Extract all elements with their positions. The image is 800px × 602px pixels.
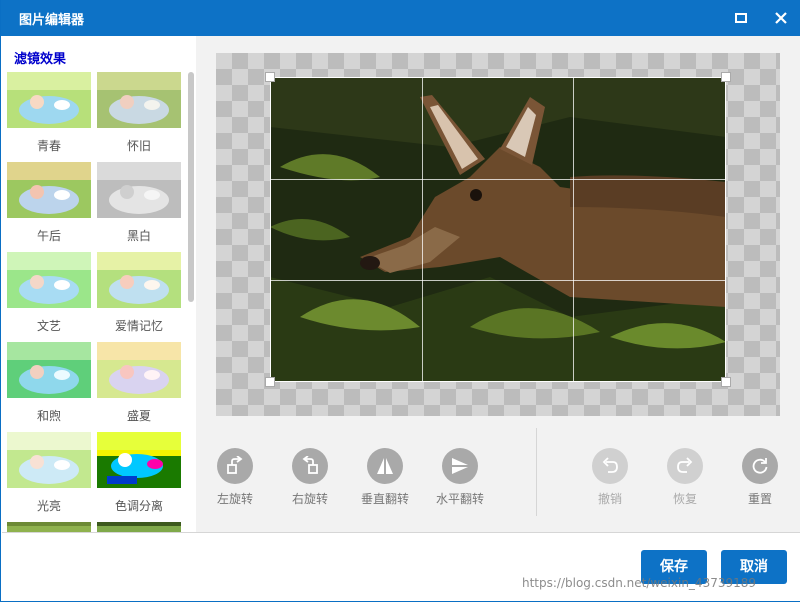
title-bar: 图片编辑器 xyxy=(1,0,800,36)
filter-more-2[interactable] xyxy=(97,522,183,532)
filter-thumbnail xyxy=(97,432,181,488)
filter-huaijiu[interactable]: 怀旧 xyxy=(97,72,183,158)
rotate-right-icon xyxy=(292,448,328,484)
rotate-left-button[interactable]: 左旋转 xyxy=(200,448,270,507)
reset-button[interactable]: 重置 xyxy=(725,448,795,507)
image-editor-window: 图片编辑器 滤镜效果 青春 怀旧 午后 黑白 文艺 爱情记忆 和煦 盛夏 光亮 … xyxy=(0,0,800,602)
filter-more-1[interactable] xyxy=(7,522,93,532)
dialog-footer: 保存 取消 https://blog.csdn.net/weixin_43739… xyxy=(2,532,800,601)
redo-icon xyxy=(667,448,703,484)
filter-sediaofenli[interactable]: 色调分离 xyxy=(97,432,183,518)
crop-grid-line xyxy=(422,78,423,381)
filter-heibai[interactable]: 黑白 xyxy=(97,162,183,248)
filter-thumbnail xyxy=(7,432,91,488)
image-canvas xyxy=(216,53,780,416)
filter-guangliang[interactable]: 光亮 xyxy=(7,432,93,518)
filter-thumbnail xyxy=(97,72,181,128)
watermark-text: https://blog.csdn.net/weixin_43739189 xyxy=(522,576,757,590)
undo-button[interactable]: 撤销 xyxy=(575,448,645,507)
flip-horizontal-icon xyxy=(442,448,478,484)
toolbar-divider xyxy=(536,428,537,516)
filter-shengxia[interactable]: 盛夏 xyxy=(97,342,183,428)
editor-main-area: 左旋转 右旋转 垂直翻转 水平翻转 撤销 恢复 重置 xyxy=(196,36,800,532)
reset-icon xyxy=(742,448,778,484)
crop-box[interactable] xyxy=(270,77,726,382)
filter-aiqingjiyi[interactable]: 爱情记忆 xyxy=(97,252,183,338)
filter-thumbnail xyxy=(97,342,181,398)
edit-toolbar: 左旋转 右旋转 垂直翻转 水平翻转 撤销 恢复 重置 xyxy=(196,428,800,520)
filter-thumbnail xyxy=(97,252,181,308)
filter-wuhou[interactable]: 午后 xyxy=(7,162,93,248)
flip-vertical-button[interactable]: 垂直翻转 xyxy=(350,448,420,507)
sidebar-scrollbar[interactable] xyxy=(188,72,194,302)
filter-qingchun[interactable]: 青春 xyxy=(7,72,93,158)
filter-thumbnail xyxy=(97,162,181,218)
filter-wenyi[interactable]: 文艺 xyxy=(7,252,93,338)
filter-thumbnail xyxy=(7,252,91,308)
close-icon[interactable] xyxy=(769,6,793,30)
filter-thumbnail xyxy=(7,162,91,218)
crop-grid-line xyxy=(573,78,574,381)
filter-section-title: 滤镜效果 xyxy=(14,52,67,67)
filter-hexu[interactable]: 和煦 xyxy=(7,342,93,428)
crop-grid-line xyxy=(271,280,725,281)
crop-handle-top-left[interactable] xyxy=(265,72,275,82)
flip-horizontal-button[interactable]: 水平翻转 xyxy=(425,448,495,507)
filter-thumbnail xyxy=(7,72,91,128)
filter-sidebar: 滤镜效果 青春 怀旧 午后 黑白 文艺 爱情记忆 和煦 盛夏 光亮 色调分离 xyxy=(2,36,196,532)
rotate-left-icon xyxy=(217,448,253,484)
filter-thumbnail xyxy=(97,522,181,532)
window-title: 图片编辑器 xyxy=(19,13,85,28)
crop-handle-bottom-left[interactable] xyxy=(265,377,275,387)
crop-handle-bottom-right[interactable] xyxy=(721,377,731,387)
filter-thumbnail xyxy=(7,522,91,532)
undo-icon xyxy=(592,448,628,484)
redo-button[interactable]: 恢复 xyxy=(650,448,720,507)
rotate-right-button[interactable]: 右旋转 xyxy=(275,448,345,507)
crop-handle-top-right[interactable] xyxy=(721,72,731,82)
crop-grid-line xyxy=(271,179,725,180)
maximize-icon[interactable] xyxy=(729,6,753,30)
filter-thumbnail xyxy=(7,342,91,398)
flip-vertical-icon xyxy=(367,448,403,484)
